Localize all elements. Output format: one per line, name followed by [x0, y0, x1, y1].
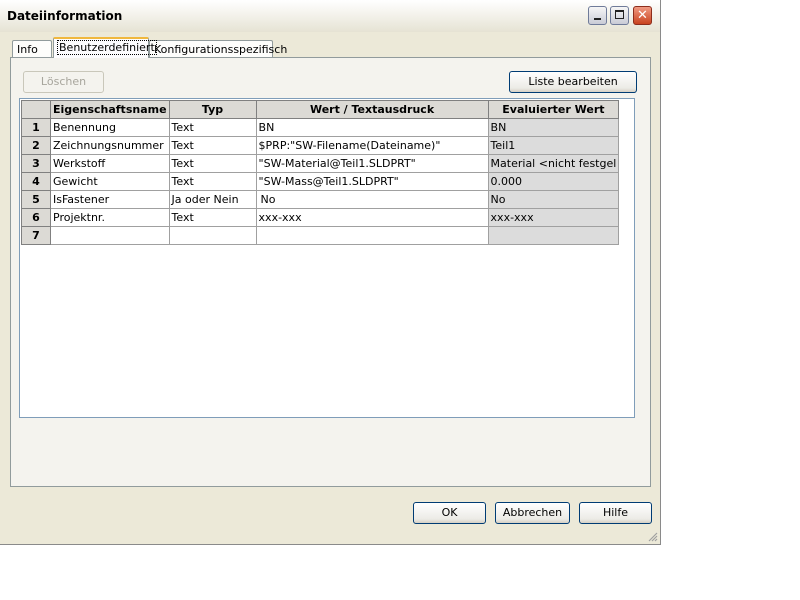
- maximize-icon: [615, 10, 624, 19]
- close-button[interactable]: ✕: [633, 6, 652, 25]
- close-icon: ✕: [637, 8, 648, 23]
- property-type-cell[interactable]: [168, 226, 257, 245]
- table-row: 4 Gewicht Text "SW-Mass@Teil1.SLDPRT" 0.…: [21, 172, 620, 191]
- property-name-cell[interactable]: Benennung: [50, 118, 170, 137]
- evaluated-value-cell: No: [487, 190, 620, 209]
- property-name-cell[interactable]: Projektnr.: [50, 208, 170, 227]
- evaluated-value-cell: xxx-xxx: [487, 208, 620, 227]
- edit-list-button[interactable]: Liste bearbeiten: [509, 71, 637, 93]
- property-value-cell[interactable]: [255, 226, 489, 245]
- tab-konfigurationsspezifisch[interactable]: Konfigurationsspezifisch: [149, 40, 287, 57]
- property-type-cell[interactable]: Text: [168, 118, 257, 137]
- properties-grid[interactable]: Eigenschaftsname Typ Wert / Textausdruck…: [19, 98, 635, 418]
- property-value-cell[interactable]: xxx-xxx: [255, 208, 489, 227]
- property-value-cell[interactable]: $PRP:"SW-Filename(Dateiname)": [255, 136, 489, 155]
- property-type-cell[interactable]: Text: [168, 208, 257, 227]
- evaluated-value-cell: Material <nicht festgel: [487, 154, 620, 173]
- property-value-cell[interactable]: No: [255, 190, 489, 209]
- property-name-cell[interactable]: IsFastener: [50, 190, 170, 209]
- column-header-name[interactable]: Eigenschaftsname: [50, 100, 170, 119]
- property-type-cell[interactable]: Text: [168, 172, 257, 191]
- tab-info[interactable]: Info: [12, 40, 52, 57]
- delete-button[interactable]: Löschen: [23, 71, 104, 93]
- property-name-cell[interactable]: Gewicht: [50, 172, 170, 191]
- property-type-cell[interactable]: Ja oder Nein: [168, 190, 257, 209]
- cancel-button[interactable]: Abbrechen: [495, 502, 570, 524]
- row-number[interactable]: 1: [21, 118, 51, 137]
- title-bar[interactable]: Dateiinformation ✕: [0, 0, 660, 32]
- property-value-cell[interactable]: "SW-Mass@Teil1.SLDPRT": [255, 172, 489, 191]
- property-name-cell[interactable]: [50, 226, 170, 245]
- row-number[interactable]: 6: [21, 208, 51, 227]
- column-header-evaluated[interactable]: Evaluierter Wert: [487, 100, 620, 119]
- table-header-row: Eigenschaftsname Typ Wert / Textausdruck…: [21, 100, 620, 119]
- resize-grip-icon[interactable]: [648, 532, 658, 542]
- table-row: 5 IsFastener Ja oder Nein No No: [21, 190, 620, 209]
- table-row: 7: [21, 226, 620, 245]
- tab-benutzerdefiniert-label: Benutzerdefiniert: [57, 40, 157, 55]
- tab-konfigurationsspezifisch-label: Konfigurationsspezifisch: [154, 43, 288, 56]
- minimize-button[interactable]: [588, 6, 607, 25]
- help-button[interactable]: Hilfe: [579, 502, 652, 524]
- maximize-button[interactable]: [610, 6, 629, 25]
- properties-table: Eigenschaftsname Typ Wert / Textausdruck…: [21, 100, 620, 245]
- row-number[interactable]: 4: [21, 172, 51, 191]
- ok-button[interactable]: OK: [413, 502, 486, 524]
- tab-benutzerdefiniert[interactable]: Benutzerdefiniert: [53, 37, 157, 58]
- evaluated-value-cell: BN: [487, 118, 620, 137]
- property-name-cell[interactable]: Zeichnungsnummer: [50, 136, 170, 155]
- tab-info-label: Info: [17, 43, 38, 56]
- window-title: Dateiinformation: [7, 9, 123, 23]
- property-value-cell[interactable]: BN: [255, 118, 489, 137]
- evaluated-value-cell: Teil1: [487, 136, 620, 155]
- corner-cell[interactable]: [21, 100, 51, 119]
- file-info-dialog: Dateiinformation ✕ Info Benutzerdefinier…: [0, 0, 661, 545]
- property-name-cell[interactable]: Werkstoff: [50, 154, 170, 173]
- table-row: 1 Benennung Text BN BN: [21, 118, 620, 137]
- evaluated-value-cell: [487, 226, 620, 245]
- property-value-cell[interactable]: "SW-Material@Teil1.SLDPRT": [255, 154, 489, 173]
- column-header-value[interactable]: Wert / Textausdruck: [255, 100, 489, 119]
- row-number[interactable]: 7: [21, 226, 51, 245]
- evaluated-value-cell: 0.000: [487, 172, 620, 191]
- minimize-icon: [594, 18, 601, 20]
- table-row: 2 Zeichnungsnummer Text $PRP:"SW-Filenam…: [21, 136, 620, 155]
- property-type-cell[interactable]: Text: [168, 154, 257, 173]
- property-type-cell[interactable]: Text: [168, 136, 257, 155]
- table-row: 3 Werkstoff Text "SW-Material@Teil1.SLDP…: [21, 154, 620, 173]
- column-header-type[interactable]: Typ: [168, 100, 257, 119]
- table-row: 6 Projektnr. Text xxx-xxx xxx-xxx: [21, 208, 620, 227]
- row-number[interactable]: 3: [21, 154, 51, 173]
- row-number[interactable]: 5: [21, 190, 51, 209]
- row-number[interactable]: 2: [21, 136, 51, 155]
